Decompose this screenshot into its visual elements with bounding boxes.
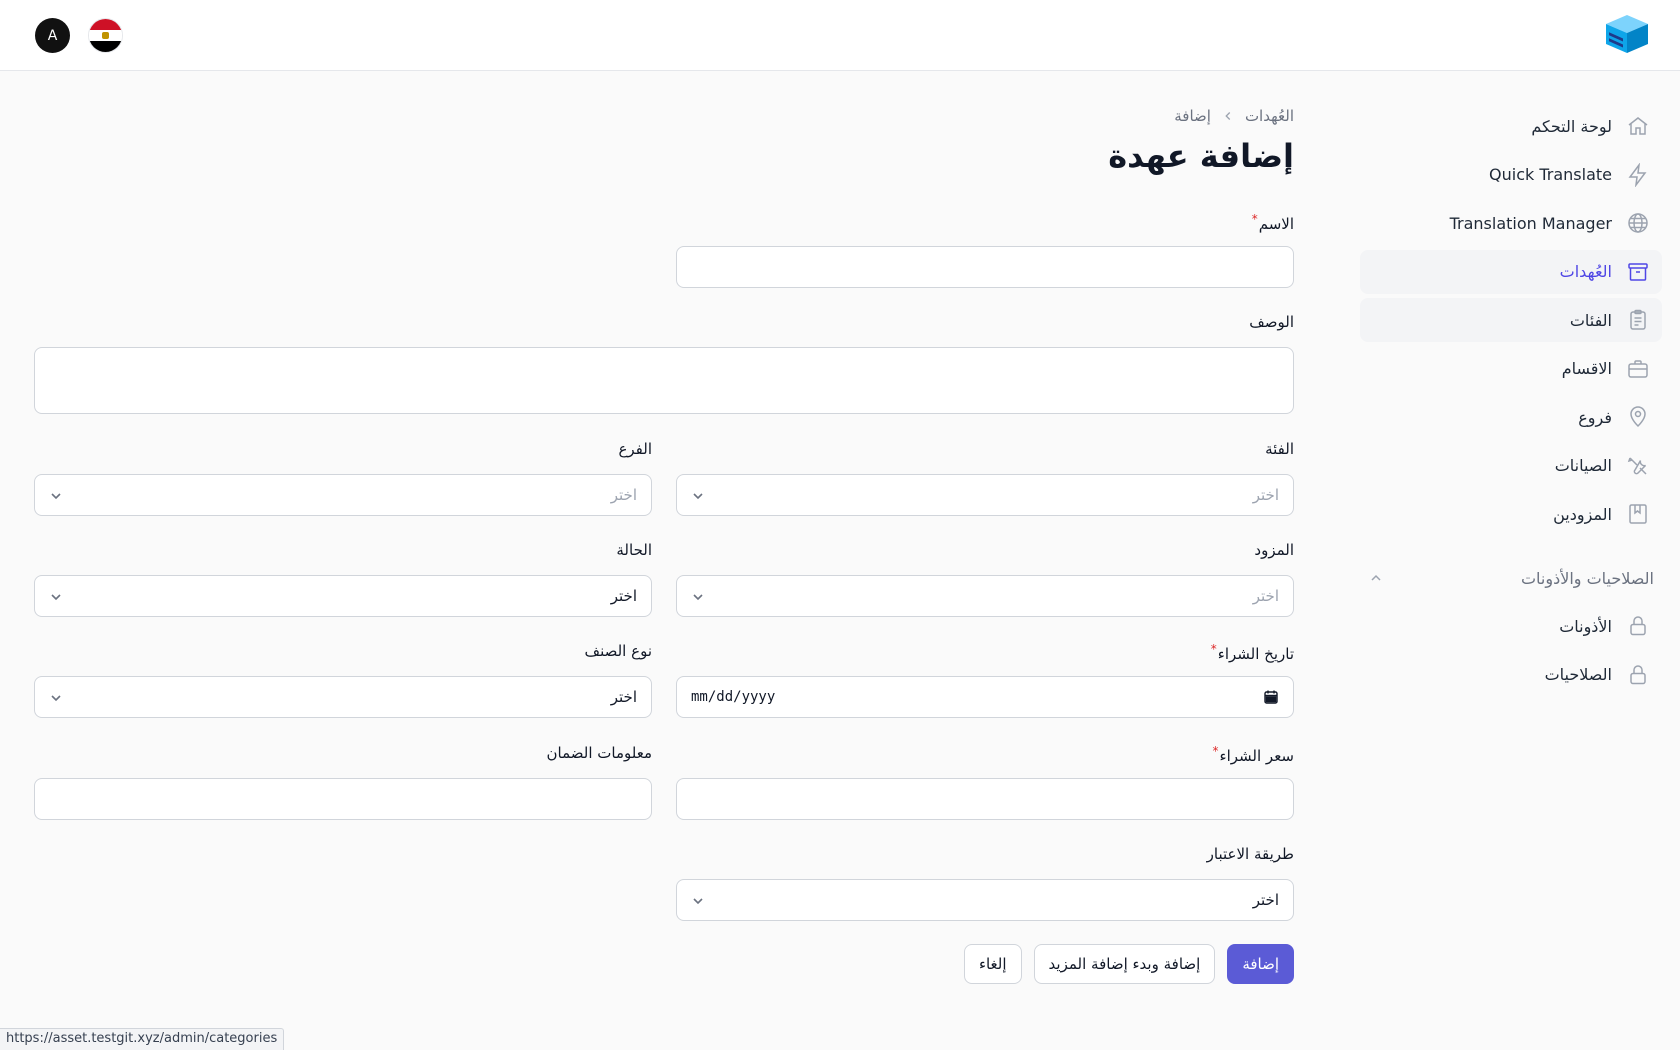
name-input[interactable] bbox=[676, 246, 1294, 288]
main-content: العُهدات إضافة إضافة عهدة bbox=[34, 100, 1294, 178]
page-title: إضافة عهدة bbox=[1108, 137, 1294, 175]
form-actions: إضافة إضافة وبدء إضافة المزيد إلغاء bbox=[963, 944, 1294, 984]
sidebar-item-branches[interactable]: فروع bbox=[1360, 395, 1662, 439]
chevron-up-icon[interactable] bbox=[1368, 570, 1384, 586]
category-select-placeholder: اختر bbox=[1252, 486, 1279, 504]
depreciation-select-value: اختر bbox=[1252, 891, 1279, 909]
chevron-left-icon bbox=[1225, 112, 1231, 120]
sidebar-item-label: لوحة التحكم bbox=[1531, 116, 1612, 136]
purchase-date-field-group: تاريخ الشراء* mm/dd/yyyy bbox=[676, 642, 1294, 718]
language-flag-egypt[interactable] bbox=[88, 18, 123, 53]
user-avatar[interactable]: A bbox=[35, 18, 70, 53]
sidebar-item-label: فروع bbox=[1578, 407, 1612, 427]
briefcase-icon bbox=[1628, 359, 1648, 378]
supplier-select[interactable]: اختر bbox=[676, 575, 1294, 617]
purchase-price-field-group: سعر الشراء* bbox=[676, 744, 1294, 820]
archive-box-icon bbox=[1628, 262, 1648, 281]
cancel-button[interactable]: إلغاء bbox=[963, 944, 1022, 984]
sidebar-item-permissions[interactable]: الأذونات bbox=[1360, 604, 1662, 648]
description-textarea[interactable] bbox=[34, 347, 1294, 414]
create-another-button[interactable]: إضافة وبدء إضافة المزيد bbox=[1033, 944, 1216, 984]
depreciation-select[interactable]: اختر bbox=[676, 879, 1294, 921]
purchase-date-placeholder: mm/dd/yyyy bbox=[691, 689, 776, 705]
sidebar-item-label: العُهدات bbox=[1559, 262, 1612, 281]
category-field-group: الفئة اختر bbox=[676, 440, 1294, 516]
globe-icon bbox=[1628, 213, 1648, 233]
warranty-label: معلومات الضمان bbox=[546, 744, 652, 762]
sidebar-item-departments[interactable]: الاقسام bbox=[1360, 347, 1662, 391]
name-label: الاسم* bbox=[1251, 212, 1294, 233]
name-field-group: الاسم* bbox=[676, 212, 1294, 288]
app-logo[interactable] bbox=[1604, 13, 1650, 55]
depreciation-label: طريقة الاعتبار bbox=[1206, 845, 1294, 863]
calendar-icon[interactable] bbox=[1263, 689, 1279, 705]
sidebar-item-roles[interactable]: الصلاحيات bbox=[1360, 653, 1662, 697]
description-label: الوصف bbox=[1249, 313, 1294, 331]
status-select-value: اختر bbox=[610, 587, 637, 605]
sidebar-group-label: الصلاحيات والأذونات bbox=[1520, 568, 1654, 588]
status-select[interactable]: اختر bbox=[34, 575, 652, 617]
sidebar-item-label: الاقسام bbox=[1561, 359, 1612, 378]
item-type-select[interactable]: اختر bbox=[34, 676, 652, 718]
supplier-select-placeholder: اختر bbox=[1252, 587, 1279, 605]
sidebar-item-label: الأذونات bbox=[1559, 616, 1612, 636]
breadcrumb-current: إضافة bbox=[1174, 107, 1211, 125]
clipboard-icon bbox=[1630, 309, 1646, 330]
sidebar-item-label: المزودين bbox=[1553, 504, 1612, 524]
chevron-down-icon bbox=[693, 594, 703, 601]
branch-field-group: الفرع اختر bbox=[34, 440, 652, 516]
depreciation-field-group: طريقة الاعتبار اختر bbox=[676, 845, 1294, 921]
chevron-down-icon bbox=[693, 493, 703, 500]
description-field-group: الوصف bbox=[34, 313, 1294, 418]
chevron-down-icon bbox=[693, 898, 703, 905]
warranty-input[interactable] bbox=[34, 778, 652, 820]
bolt-icon bbox=[1628, 162, 1647, 187]
purchase-date-label: تاريخ الشراء* bbox=[1210, 642, 1294, 663]
sidebar: لوحة التحكم Quick Translate Translation … bbox=[1360, 104, 1662, 701]
lock-icon bbox=[1630, 616, 1646, 636]
supplier-label: المزود bbox=[1254, 541, 1294, 559]
item-type-label: نوع الصنف bbox=[584, 642, 652, 660]
book-icon bbox=[1629, 504, 1647, 524]
sidebar-item-label: Quick Translate bbox=[1489, 165, 1612, 184]
breadcrumb-parent-link[interactable]: العُهدات bbox=[1245, 107, 1294, 125]
sidebar-item-suppliers[interactable]: المزودين bbox=[1360, 492, 1662, 536]
category-label: الفئة bbox=[1265, 440, 1294, 458]
map-pin-icon bbox=[1630, 406, 1646, 428]
sidebar-item-label: الصلاحيات bbox=[1544, 665, 1612, 684]
status-field-group: الحالة اختر bbox=[34, 541, 652, 617]
sidebar-item-label: Translation Manager bbox=[1449, 213, 1612, 233]
sidebar-item-dashboard[interactable]: لوحة التحكم bbox=[1360, 104, 1662, 148]
sidebar-item-label: الفئات bbox=[1569, 310, 1612, 330]
purchase-price-label: سعر الشراء* bbox=[1212, 744, 1294, 765]
home-icon bbox=[1628, 117, 1648, 135]
branch-label: الفرع bbox=[618, 440, 652, 458]
item-type-select-value: اختر bbox=[610, 688, 637, 706]
sidebar-item-quick-translate[interactable]: Quick Translate bbox=[1360, 153, 1662, 197]
link-status-bar: https://asset.testgit.xyz/admin/categori… bbox=[0, 1028, 285, 1050]
supplier-field-group: المزود اختر bbox=[676, 541, 1294, 617]
sidebar-item-label: الصيانات bbox=[1554, 456, 1612, 475]
branch-select[interactable]: اختر bbox=[34, 474, 652, 516]
sidebar-item-maintenance[interactable]: الصيانات bbox=[1360, 444, 1662, 488]
status-label: الحالة bbox=[616, 541, 652, 559]
category-select[interactable]: اختر bbox=[676, 474, 1294, 516]
sidebar-item-categories[interactable]: الفئات bbox=[1360, 298, 1662, 342]
sidebar-item-assets[interactable]: العُهدات bbox=[1360, 249, 1662, 294]
lock-icon bbox=[1630, 664, 1646, 684]
chevron-down-icon bbox=[51, 695, 61, 702]
purchase-price-input[interactable] bbox=[676, 778, 1294, 820]
sidebar-item-translation-manager[interactable]: Translation Manager bbox=[1360, 201, 1662, 245]
purchase-date-input[interactable]: mm/dd/yyyy bbox=[676, 676, 1294, 718]
chevron-down-icon bbox=[51, 493, 61, 500]
breadcrumb: العُهدات إضافة bbox=[34, 100, 1294, 132]
branch-select-placeholder: اختر bbox=[610, 486, 637, 504]
wrench-screwdriver-icon bbox=[1627, 456, 1647, 475]
sidebar-group-permissions[interactable]: الصلاحيات والأذونات bbox=[1360, 556, 1662, 600]
top-bar: A bbox=[0, 0, 1680, 71]
warranty-field-group: معلومات الضمان bbox=[34, 744, 652, 820]
create-button[interactable]: إضافة bbox=[1227, 944, 1294, 984]
chevron-down-icon bbox=[51, 594, 61, 601]
item-type-field-group: نوع الصنف اختر bbox=[34, 642, 652, 718]
